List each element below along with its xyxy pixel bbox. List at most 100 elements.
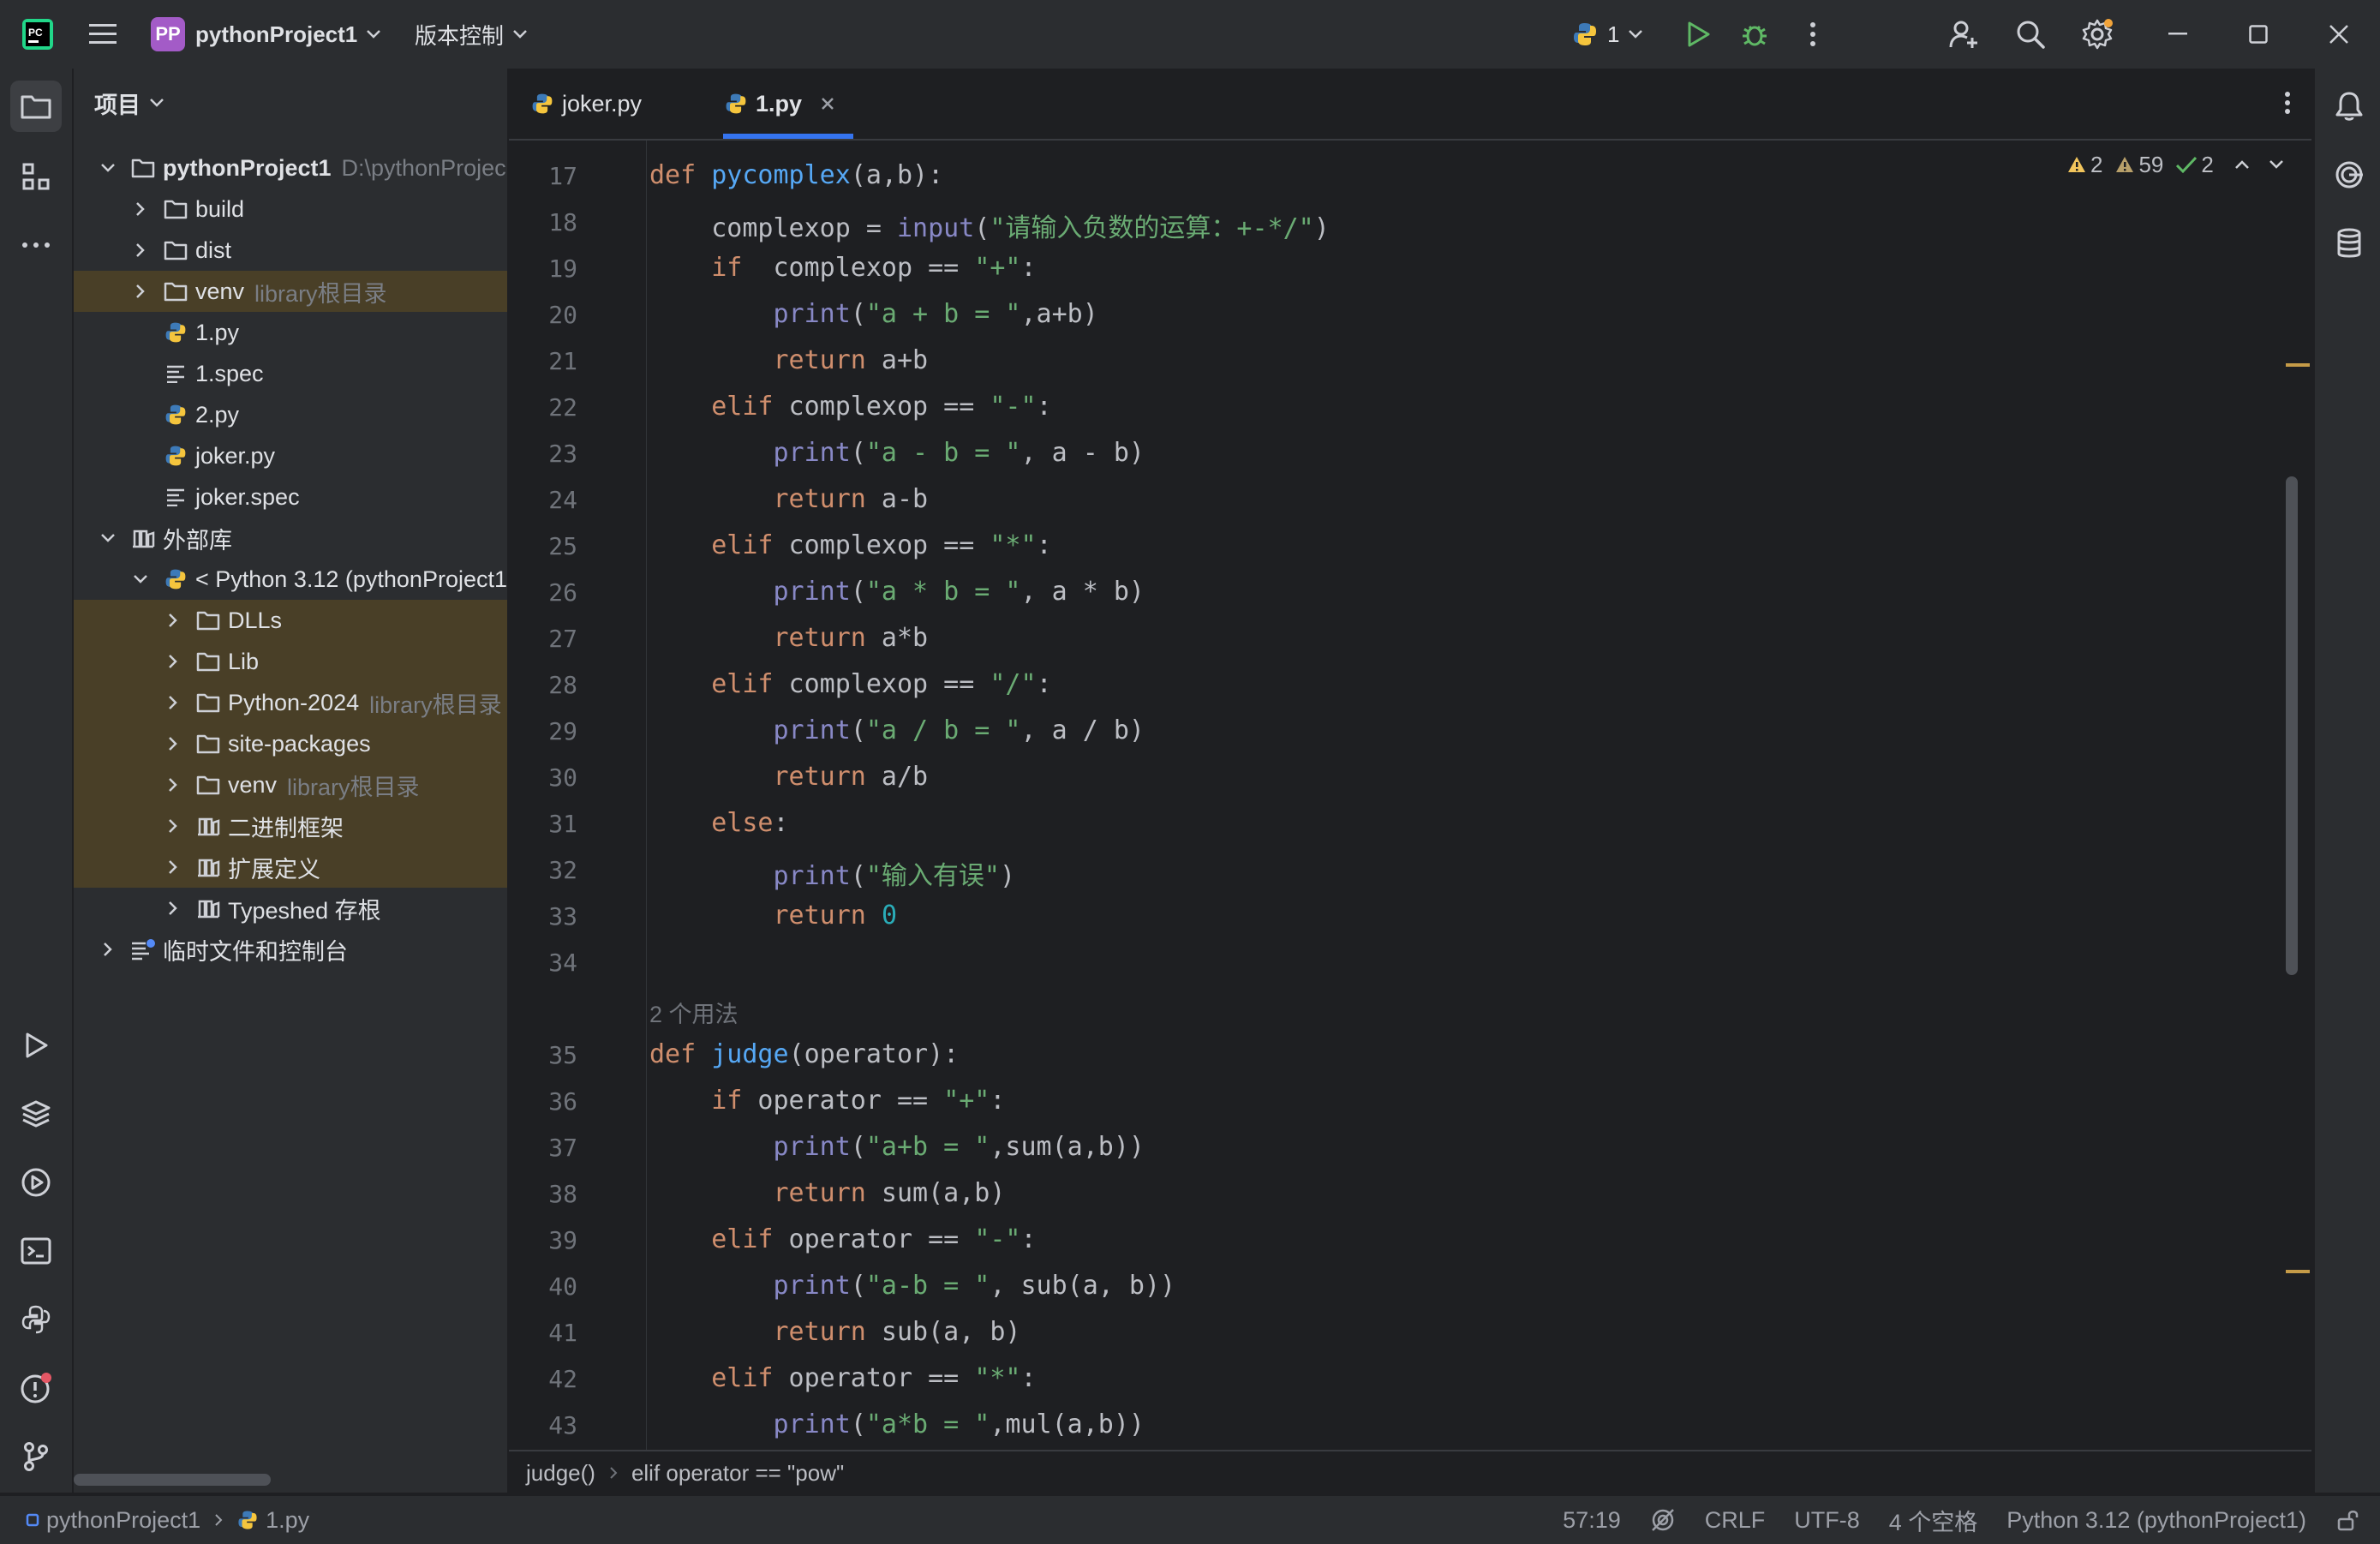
tree-item-extended-definitions[interactable]: 扩展定义 [74, 847, 507, 888]
chevron-right-icon [214, 1513, 223, 1527]
library-icon [195, 813, 221, 839]
next-highlight-icon[interactable] [2269, 159, 2284, 170]
git-branch-icon[interactable] [10, 1431, 62, 1482]
search-icon[interactable] [2012, 15, 2049, 53]
library-icon [130, 525, 156, 551]
tree-item-2py[interactable]: 2.py [74, 394, 507, 435]
tree-item-dist[interactable]: dist [74, 230, 507, 271]
code-line: print("输入有误") [773, 861, 1016, 891]
code-editor[interactable]: 17 def pycomplex(a,b): 18 complexop = in… [509, 141, 2311, 1450]
tree-item-1spec[interactable]: 1.spec [74, 353, 507, 394]
services-icon[interactable] [10, 1157, 62, 1208]
vcs-menu[interactable]: 版本控制 [415, 15, 528, 53]
tree-item-lib[interactable]: Lib [74, 641, 507, 682]
status-path-project[interactable]: pythonProject1 [46, 1507, 200, 1534]
tree-item-dlls[interactable]: DLLs [74, 600, 507, 641]
indent-setting[interactable]: 4 个空格 [1889, 1504, 1978, 1537]
status-widgets: 57:19 CRLF UTF-8 4 个空格 Python 3.12 (pyth… [1563, 1496, 2359, 1544]
close-tab-icon[interactable] [821, 97, 834, 111]
python-packages-icon[interactable] [10, 1088, 62, 1140]
breadcrumb-item[interactable]: elif operator == "pow" [631, 1460, 844, 1487]
code-line: elif complexop == "/": [711, 669, 1052, 699]
tree-item-label: joker.spec [195, 483, 300, 510]
tree-item-scratches[interactable]: 临时文件和控制台 [74, 929, 507, 970]
terminal-icon[interactable] [10, 1225, 62, 1277]
tree-item-label: 外部库 [163, 527, 232, 554]
warning-stripe-marker[interactable] [2286, 363, 2310, 367]
module-icon [26, 1513, 39, 1527]
tree-item-external-libraries[interactable]: 外部库 [74, 518, 507, 559]
tree-item-typeshed[interactable]: Typeshed 存根 [74, 888, 507, 929]
tree-item-build[interactable]: build [74, 189, 507, 230]
tree-item-venv[interactable]: venv library根目录 [74, 271, 507, 312]
tree-item-tag: library根目录 [287, 774, 420, 800]
tree-item-jokerpy[interactable]: joker.py [74, 435, 507, 476]
tab-options-icon[interactable] [2270, 86, 2305, 120]
more-tool-windows-icon[interactable] [10, 219, 62, 271]
no-ai-icon[interactable] [1650, 1507, 1676, 1533]
folder-icon [195, 690, 221, 715]
settings-gear-icon[interactable] [2078, 15, 2116, 53]
run-configuration-selector[interactable]: 1 [1571, 15, 1643, 53]
structure-icon[interactable] [10, 151, 62, 202]
usages-hint[interactable]: 2 个用法 [649, 996, 739, 1029]
maximize-icon[interactable] [2239, 15, 2277, 53]
tree-item-label: pythonProject1 [163, 154, 332, 181]
breadcrumb-item[interactable]: judge() [526, 1460, 595, 1487]
code-line: def judge(operator): [649, 1039, 960, 1069]
editor-breadcrumbs: judge() elif operator == "pow" [509, 1450, 2311, 1494]
lock-icon[interactable] [2335, 1508, 2359, 1532]
run-tool-icon[interactable] [10, 1020, 62, 1071]
more-actions-icon[interactable] [1794, 15, 1832, 53]
file-encoding[interactable]: UTF-8 [1794, 1507, 1860, 1534]
ai-assistant-icon[interactable] [2323, 149, 2375, 200]
tree-item-project-root[interactable]: pythonProject1 D:\pythonProjec [74, 147, 507, 189]
svg-text:PC: PC [28, 27, 43, 39]
tree-item-site-packages[interactable]: site-packages [74, 723, 507, 764]
project-horizontal-scrollbar[interactable] [74, 1474, 271, 1486]
run-icon[interactable] [1679, 15, 1717, 53]
project-switcher[interactable]: PP pythonProject1 [151, 15, 381, 53]
text-file-icon [163, 361, 188, 386]
project-folder-icon[interactable] [10, 81, 62, 132]
status-path-file[interactable]: 1.py [266, 1507, 309, 1534]
active-tab-indicator [723, 134, 853, 139]
python-console-icon[interactable] [10, 1294, 62, 1345]
database-icon[interactable] [2323, 218, 2375, 269]
tab-joker-py[interactable]: joker.py [529, 69, 642, 139]
tree-item-python-sdk[interactable]: < Python 3.12 (pythonProject1 [74, 559, 507, 600]
tree-item-1py[interactable]: 1.py [74, 312, 507, 353]
minimize-icon[interactable] [2159, 15, 2197, 53]
warning-stripe-marker[interactable] [2286, 1270, 2310, 1273]
tree-item-python-2024[interactable]: Python-2024 library根目录 [74, 682, 507, 723]
project-panel-title: 项目 [94, 92, 141, 118]
tree-item-label: 临时文件和控制台 [163, 938, 348, 965]
debug-icon[interactable] [1736, 15, 1773, 53]
tree-item-label: Lib [228, 648, 260, 674]
tree-item-binary-skeletons[interactable]: 二进制框架 [74, 805, 507, 847]
main-menu-icon[interactable] [86, 17, 120, 51]
warning-icon [2066, 155, 2087, 174]
caret-position[interactable]: 57:19 [1563, 1507, 1621, 1534]
notifications-bell-icon[interactable] [2323, 81, 2375, 132]
pycharm-logo-icon[interactable]: PC [19, 15, 57, 53]
close-icon[interactable] [2320, 15, 2358, 53]
line-number: 28 [548, 671, 577, 699]
previous-highlight-icon[interactable] [2234, 159, 2250, 170]
tab-1-py[interactable]: 1.py [723, 69, 834, 139]
python-interpreter[interactable]: Python 3.12 (pythonProject1) [2006, 1507, 2306, 1534]
add-user-icon[interactable] [1945, 15, 1982, 53]
project-panel-header[interactable]: 项目 [94, 86, 164, 120]
line-number: 40 [548, 1272, 577, 1301]
python-sdk-icon [163, 566, 188, 592]
problems-icon[interactable] [10, 1362, 62, 1414]
tree-item-jokerspec[interactable]: joker.spec [74, 476, 507, 518]
tree-item-venv-lib[interactable]: venv library根目录 [74, 764, 507, 805]
tree-item-label: Typeshed 存根 [228, 897, 381, 924]
line-ending[interactable]: CRLF [1705, 1507, 1766, 1534]
run-config-label: 1 [1607, 21, 1620, 47]
line-number: 31 [548, 810, 577, 838]
status-bar: pythonProject1 1.py 57:19 CRLF UTF-8 4 个… [0, 1494, 2380, 1544]
inspection-widget[interactable]: 2 59 2 [2066, 147, 2284, 182]
editor-vertical-scrollbar[interactable] [2286, 476, 2298, 975]
